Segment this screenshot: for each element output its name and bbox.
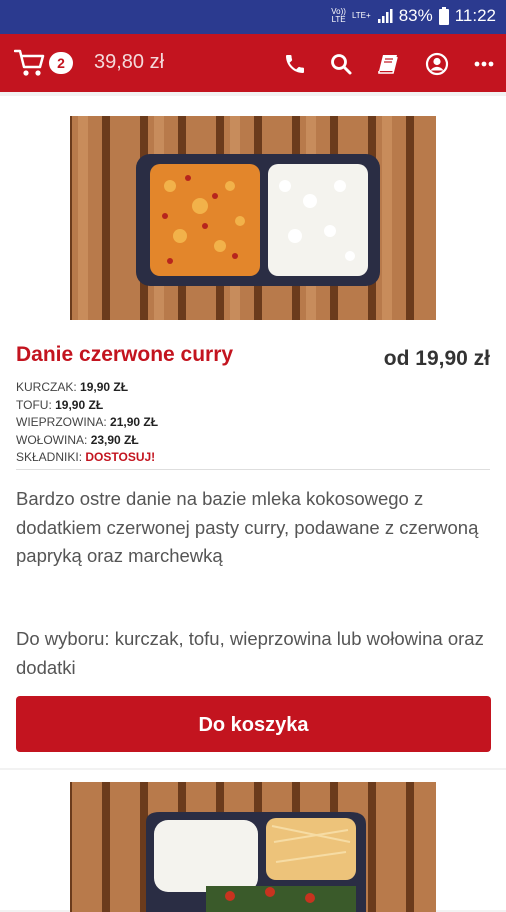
clock: 11:22 xyxy=(454,6,496,25)
product-image[interactable] xyxy=(70,116,436,320)
menu-book-icon[interactable] xyxy=(376,52,400,76)
product-image[interactable] xyxy=(70,782,436,912)
variant-name: TOFU: xyxy=(16,397,52,412)
variant-price: 23,90 ZŁ xyxy=(90,432,139,447)
battery-icon xyxy=(438,7,449,25)
status-bar: Vo)) LTE LTE+ 83% 11:22 xyxy=(0,0,506,34)
app-header: 2 39,80 zł xyxy=(0,34,506,92)
variant-price-list: KURCZAK: 19,90 ZŁ TOFU: 19,90 ZŁ WIEPRZO… xyxy=(16,379,158,467)
variant-row: WIEPRZOWINA: 21,90 ZŁ xyxy=(16,414,158,432)
variant-price: 19,90 ZŁ xyxy=(55,397,104,412)
variant-price: 19,90 ZŁ xyxy=(80,380,129,394)
ingredients-row: SKŁADNIKI: DOSTOSUJ! xyxy=(16,449,158,467)
variant-row: TOFU: 19,90 ZŁ xyxy=(16,397,158,415)
price-from: od 19,90 zł xyxy=(383,347,490,370)
product-description: Bardzo ostre danie na bazie mleka kokoso… xyxy=(16,488,479,566)
phone-icon[interactable] xyxy=(283,52,307,76)
variant-name: KURCZAK: xyxy=(16,380,77,394)
add-to-cart-button[interactable]: Do koszyka xyxy=(16,696,491,752)
divider xyxy=(16,469,490,470)
more-icon[interactable] xyxy=(472,52,496,76)
variant-name: WOŁOWINA: xyxy=(16,432,88,447)
signal-icon xyxy=(377,9,393,23)
variant-row: KURCZAK: 19,90 ZŁ xyxy=(16,379,158,397)
search-icon[interactable] xyxy=(329,52,353,76)
variant-name: WIEPRZOWINA: xyxy=(16,415,107,429)
product-card xyxy=(0,770,506,912)
product-title: Danie czerwone curry xyxy=(16,343,234,366)
battery-percent: 83% xyxy=(398,6,433,25)
volte-indicator: Vo)) LTE xyxy=(331,7,346,24)
account-icon[interactable] xyxy=(425,52,449,76)
variant-price: 21,90 ZŁ xyxy=(110,415,159,429)
customize-link[interactable]: DOSTOSUJ! xyxy=(85,450,155,464)
cart-icon[interactable] xyxy=(14,48,46,78)
product-card: Danie czerwone curry od 19,90 zł KURCZAK… xyxy=(0,96,506,768)
product-options-text: Do wyboru: kurczak, tofu, wieprzowina lu… xyxy=(16,628,484,678)
ingredients-label: SKŁADNIKI: xyxy=(16,450,83,464)
lte-indicator: LTE+ xyxy=(351,11,371,20)
cart-total[interactable]: 39,80 zł xyxy=(94,51,164,74)
variant-row: WOŁOWINA: 23,90 ZŁ xyxy=(16,432,158,450)
cart-count-badge: 2 xyxy=(49,52,73,74)
